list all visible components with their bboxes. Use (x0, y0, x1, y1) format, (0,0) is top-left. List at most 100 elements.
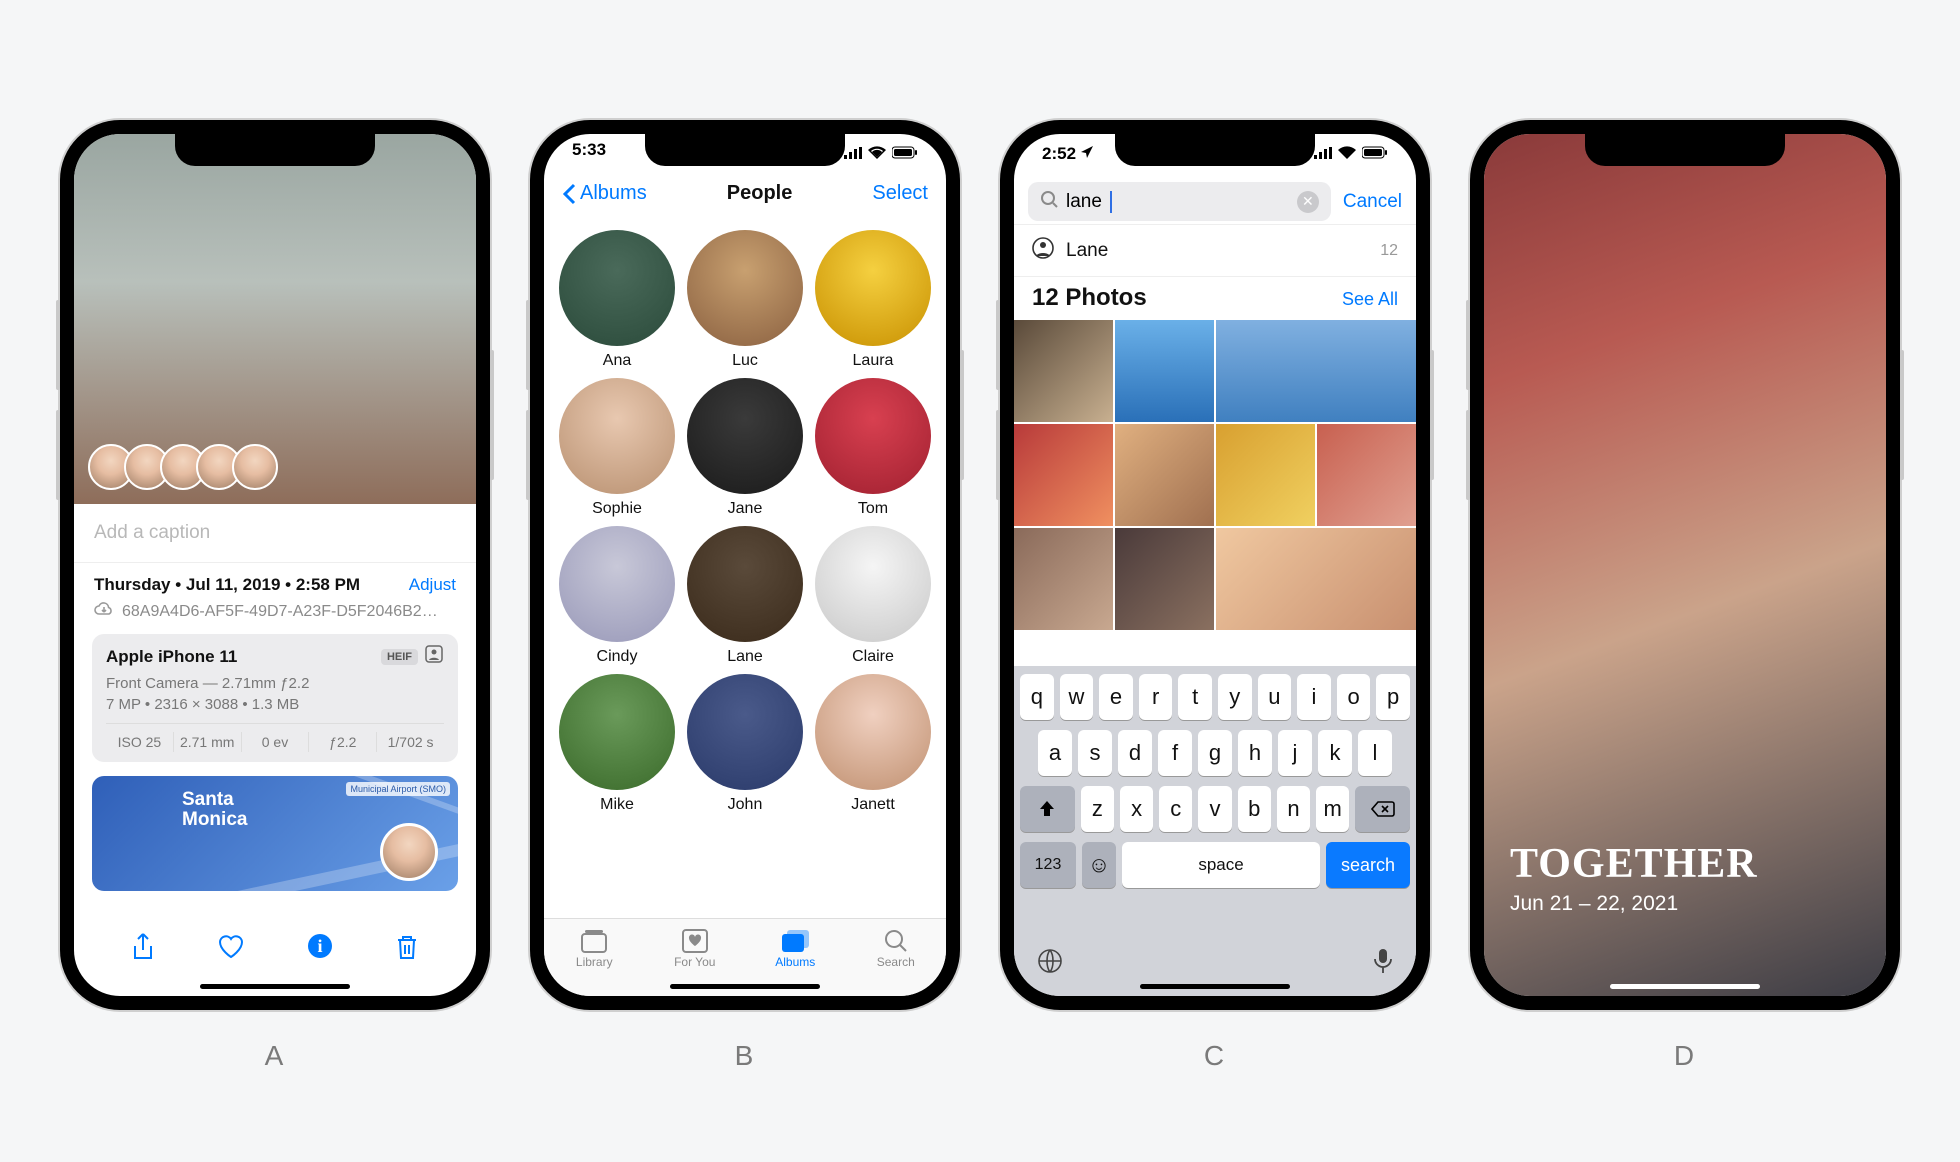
emoji-key[interactable]: ☺ (1082, 842, 1116, 888)
result-photo[interactable] (1115, 528, 1214, 630)
key-r[interactable]: r (1139, 674, 1173, 720)
result-photo[interactable] (1216, 320, 1416, 422)
key-k[interactable]: k (1318, 730, 1352, 776)
key-v[interactable]: v (1198, 786, 1231, 832)
signal-icon (1314, 147, 1332, 162)
backspace-key[interactable] (1355, 786, 1410, 832)
key-t[interactable]: t (1178, 674, 1212, 720)
select-button[interactable]: Select (872, 182, 928, 205)
tab-albums[interactable]: Albums (745, 927, 846, 969)
person-cell[interactable]: Jane (686, 378, 804, 518)
person-avatar (687, 378, 803, 494)
back-button[interactable]: Albums (562, 182, 647, 205)
favorite-button[interactable] (216, 932, 246, 962)
person-cell[interactable]: Lane (686, 526, 804, 666)
person-cell[interactable]: Laura (814, 230, 932, 370)
dictation-icon[interactable] (1372, 947, 1394, 980)
exif-ev: 0 ev (242, 732, 310, 752)
see-all-button[interactable]: See All (1342, 289, 1398, 310)
person-cell[interactable]: Janett (814, 674, 932, 814)
person-cell[interactable]: Cindy (558, 526, 676, 666)
info-button-active[interactable]: i (306, 932, 334, 962)
location-map[interactable]: SantaMonica Municipal Airport (SMO) (92, 776, 458, 891)
cancel-button[interactable]: Cancel (1343, 191, 1402, 213)
status-time: 2:52 (1042, 144, 1076, 164)
person-cell[interactable]: Sophie (558, 378, 676, 518)
people-grid[interactable]: AnaLucLaura Sophie Jane Tom Cindy LaneClaire M… (544, 224, 946, 918)
key-n[interactable]: n (1277, 786, 1310, 832)
person-icon (1032, 237, 1054, 264)
search-key[interactable]: search (1326, 842, 1410, 888)
person-name: Cindy (558, 648, 676, 666)
result-photo[interactable] (1115, 320, 1214, 422)
keyboard-bottom-row: 123 ☺ space search (1020, 842, 1410, 888)
globe-icon[interactable] (1036, 947, 1064, 980)
caption-input[interactable]: Add a caption (74, 504, 476, 563)
key-d[interactable]: d (1118, 730, 1152, 776)
key-j[interactable]: j (1278, 730, 1312, 776)
key-e[interactable]: e (1099, 674, 1133, 720)
person-name: Jane (686, 500, 804, 518)
result-photo[interactable] (1216, 528, 1416, 630)
numbers-key[interactable]: 123 (1020, 842, 1076, 888)
key-a[interactable]: a (1038, 730, 1072, 776)
key-p[interactable]: p (1376, 674, 1410, 720)
result-photo[interactable] (1216, 424, 1315, 526)
result-photo[interactable] (1014, 424, 1113, 526)
person-cell[interactable]: Ana (558, 230, 676, 370)
result-photo[interactable] (1115, 424, 1214, 526)
detected-faces-strip[interactable] (88, 444, 268, 490)
key-w[interactable]: w (1060, 674, 1094, 720)
result-photo[interactable] (1014, 320, 1113, 422)
person-cell[interactable]: Luc (686, 230, 804, 370)
tab-search[interactable]: Search (846, 927, 947, 969)
search-suggestion-row[interactable]: Lane 12 (1014, 224, 1416, 277)
person-cell[interactable]: Mike (558, 674, 676, 814)
key-m[interactable]: m (1316, 786, 1349, 832)
shift-key[interactable] (1020, 786, 1075, 832)
tab-library[interactable]: Library (544, 927, 645, 969)
key-q[interactable]: q (1020, 674, 1054, 720)
figure-label-d: D (1470, 1040, 1900, 1072)
key-c[interactable]: c (1159, 786, 1192, 832)
text-cursor (1110, 191, 1112, 213)
screen-c: 2:52 lane ✕ Cancel Lane 12 12 Photos (1014, 134, 1416, 996)
key-y[interactable]: y (1218, 674, 1252, 720)
tab-for-you[interactable]: For You (645, 927, 746, 969)
face-avatar[interactable] (232, 444, 278, 490)
key-o[interactable]: o (1337, 674, 1371, 720)
svg-text:i: i (317, 936, 322, 956)
person-cell[interactable]: John (686, 674, 804, 814)
map-airport-badge: Municipal Airport (SMO) (346, 782, 450, 796)
cloud-id-row: 68A9A4D6-AF5F-49D7-A23F-D5F2046B2… (74, 599, 476, 634)
key-s[interactable]: s (1078, 730, 1112, 776)
person-avatar (815, 378, 931, 494)
key-f[interactable]: f (1158, 730, 1192, 776)
home-indicator (1610, 984, 1760, 989)
result-photo[interactable] (1014, 528, 1113, 630)
key-g[interactable]: g (1198, 730, 1232, 776)
key-l[interactable]: l (1358, 730, 1392, 776)
photo-detail-hero[interactable] (74, 134, 476, 504)
share-button[interactable] (130, 932, 156, 962)
search-field[interactable]: lane ✕ (1028, 182, 1331, 221)
portrait-icon (424, 644, 444, 669)
key-b[interactable]: b (1238, 786, 1271, 832)
clear-button[interactable]: ✕ (1297, 191, 1319, 213)
exif-iso: ISO 25 (106, 732, 174, 752)
key-u[interactable]: u (1258, 674, 1292, 720)
key-x[interactable]: x (1120, 786, 1153, 832)
key-i[interactable]: i (1297, 674, 1331, 720)
person-cell[interactable]: Claire (814, 526, 932, 666)
delete-button[interactable] (394, 932, 420, 962)
space-key[interactable]: space (1122, 842, 1320, 888)
person-cell[interactable]: Tom (814, 378, 932, 518)
key-h[interactable]: h (1238, 730, 1272, 776)
key-z[interactable]: z (1081, 786, 1114, 832)
notch (175, 134, 375, 166)
results-grid[interactable] (1014, 320, 1416, 638)
adjust-button[interactable]: Adjust (409, 575, 456, 595)
map-thumbnail[interactable] (380, 823, 438, 881)
result-photo[interactable] (1317, 424, 1416, 526)
status-time: 5:33 (572, 140, 606, 168)
